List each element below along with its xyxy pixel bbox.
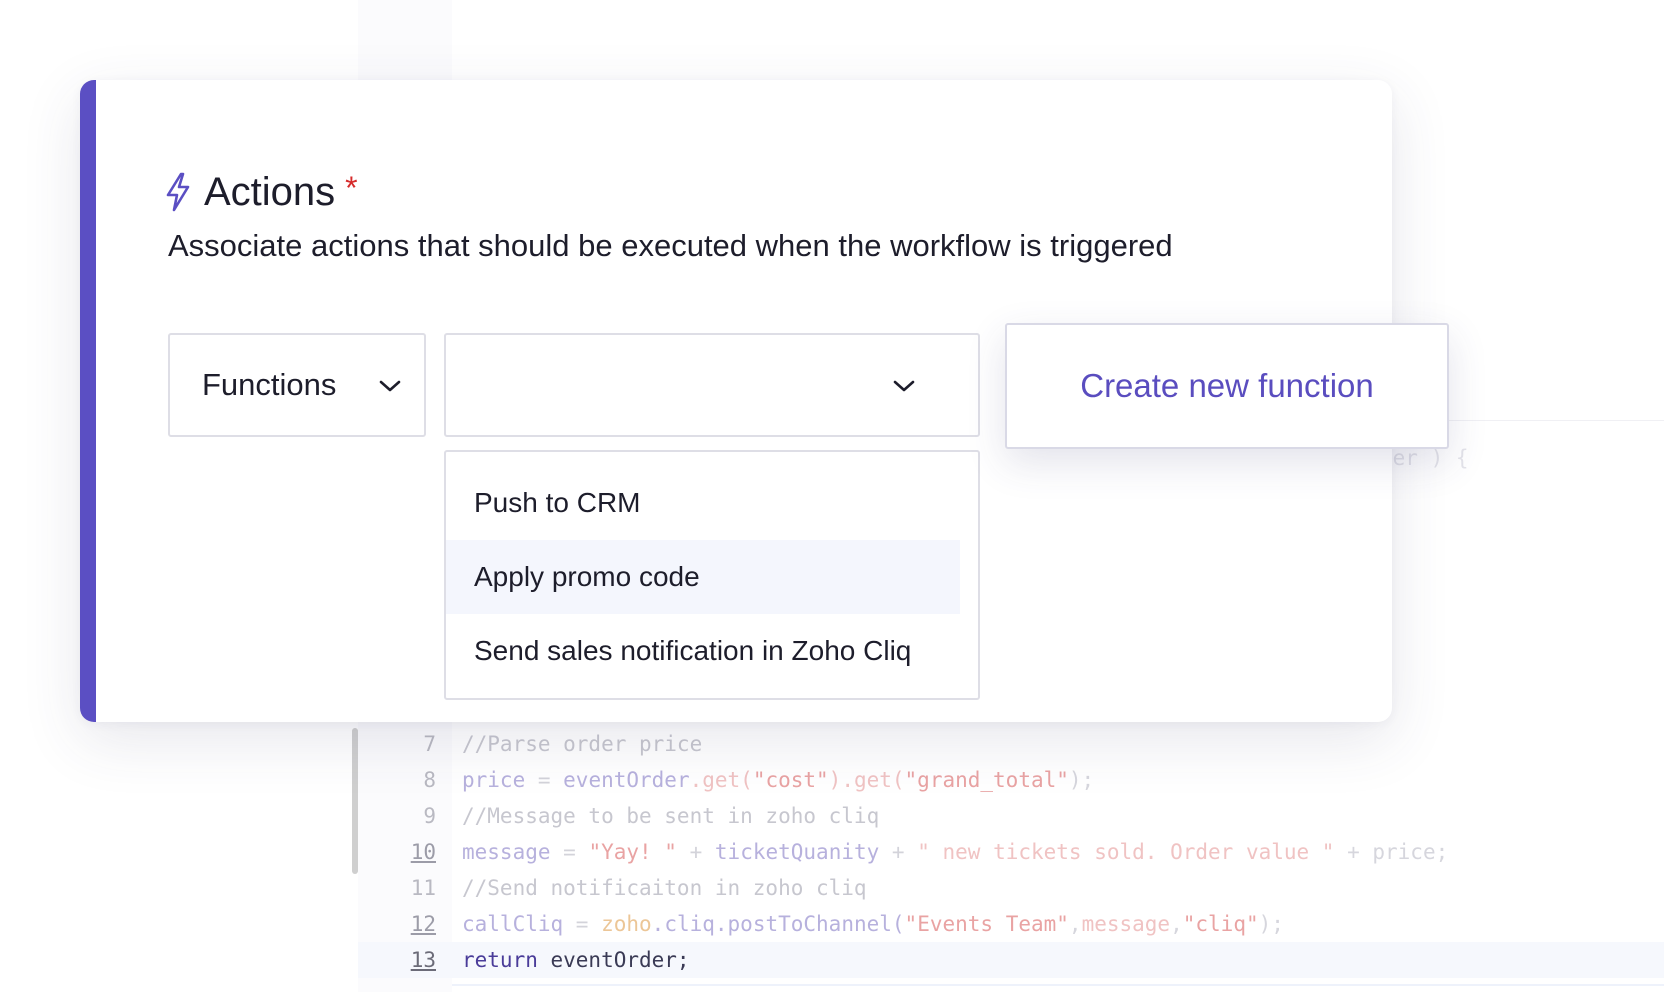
section-header: Actions * (164, 164, 358, 220)
chevron-down-icon (893, 380, 915, 392)
function-dropdown-menu: Push to CRM Apply promo code Send sales … (444, 450, 980, 700)
code-token: //Parse order price (462, 732, 703, 756)
code-line[interactable]: 8 price = eventOrder.get("cost").get("gra… (358, 762, 1664, 798)
code-token: = (563, 912, 602, 936)
code-token: ).get( (828, 768, 905, 792)
code-token: "cliq" (1182, 912, 1259, 936)
code-token: "Events Team" (904, 912, 1069, 936)
code-token: + (879, 840, 918, 864)
code-token: , (1068, 912, 1082, 936)
action-type-value: Functions (202, 367, 337, 402)
create-new-function-button[interactable]: Create new function (1005, 323, 1449, 449)
code-token: "Yay! " (588, 840, 677, 864)
code-token: zoho (601, 912, 652, 936)
code-token: callCliq (462, 912, 564, 936)
code-line[interactable]: 9 //Message to be sent in zoho cliq (358, 798, 1664, 834)
code-line[interactable]: 12 callCliq = zoho.cliq.postToChannel("Ev… (358, 906, 1664, 942)
code-token: "grand_total" (904, 768, 1069, 792)
code-token: = (550, 840, 589, 864)
function-select[interactable] (444, 333, 980, 437)
code-line[interactable]: 7 //Parse order price (358, 726, 1664, 762)
required-marker: * (345, 170, 358, 206)
line-number: 13 (410, 948, 436, 972)
code-token: ); (1068, 768, 1095, 792)
line-number: 10 (410, 840, 436, 864)
card-accent-bar (80, 80, 96, 722)
line-number: 12 (410, 912, 436, 936)
code-token: , (1170, 912, 1183, 936)
code-token: message (462, 840, 551, 864)
dropdown-option-send-sales-notification[interactable]: Send sales notification in Zoho Cliq (446, 614, 960, 688)
code-token: eventOrder; (537, 948, 690, 972)
code-token: //Message to be sent in zoho cliq (462, 804, 880, 828)
code-token: + price; (1334, 840, 1449, 864)
editor-divider (452, 984, 1664, 986)
code-fragment: der ) { (1380, 446, 1469, 470)
code-token: return (462, 948, 538, 972)
code-token: .get( (689, 768, 753, 792)
code-token: ticketQuanity (714, 840, 880, 864)
dropdown-option-apply-promo-code[interactable]: Apply promo code (446, 540, 960, 614)
code-token: ); (1258, 912, 1284, 936)
lightning-bolt-icon (166, 172, 190, 212)
action-type-select[interactable]: Functions (168, 333, 426, 437)
code-token: "cost" (752, 768, 829, 792)
code-line[interactable]: 11 //Send notificaiton in zoho cliq (358, 870, 1664, 906)
line-number: 7 (423, 732, 436, 756)
workflow-actions-screen: der ) { 7 //Parse order price 8 price = eve… (0, 0, 1664, 992)
code-line[interactable]: 13 return eventOrder; (358, 942, 1664, 978)
code-token: .cliq.postToChannel( (651, 912, 905, 936)
code-token: eventOrder (563, 768, 690, 792)
code-token: = (525, 768, 564, 792)
section-description: Associate actions that should be execute… (168, 228, 1173, 263)
code-token: + (676, 840, 715, 864)
code-token: " new tickets sold. Order value " (917, 840, 1335, 864)
line-number: 9 (423, 804, 436, 828)
code-line[interactable]: 10 message = "Yay! " + ticketQuanity + " … (358, 834, 1664, 870)
dropdown-option-push-to-crm[interactable]: Push to CRM (446, 466, 960, 540)
chevron-down-icon (379, 380, 401, 392)
section-title: Actions (204, 170, 336, 214)
code-token: message (1081, 912, 1171, 936)
code-token: //Send notificaiton in zoho cliq (462, 876, 867, 900)
code-token: price (462, 768, 526, 792)
line-number: 8 (423, 768, 436, 792)
line-number: 11 (410, 876, 436, 900)
